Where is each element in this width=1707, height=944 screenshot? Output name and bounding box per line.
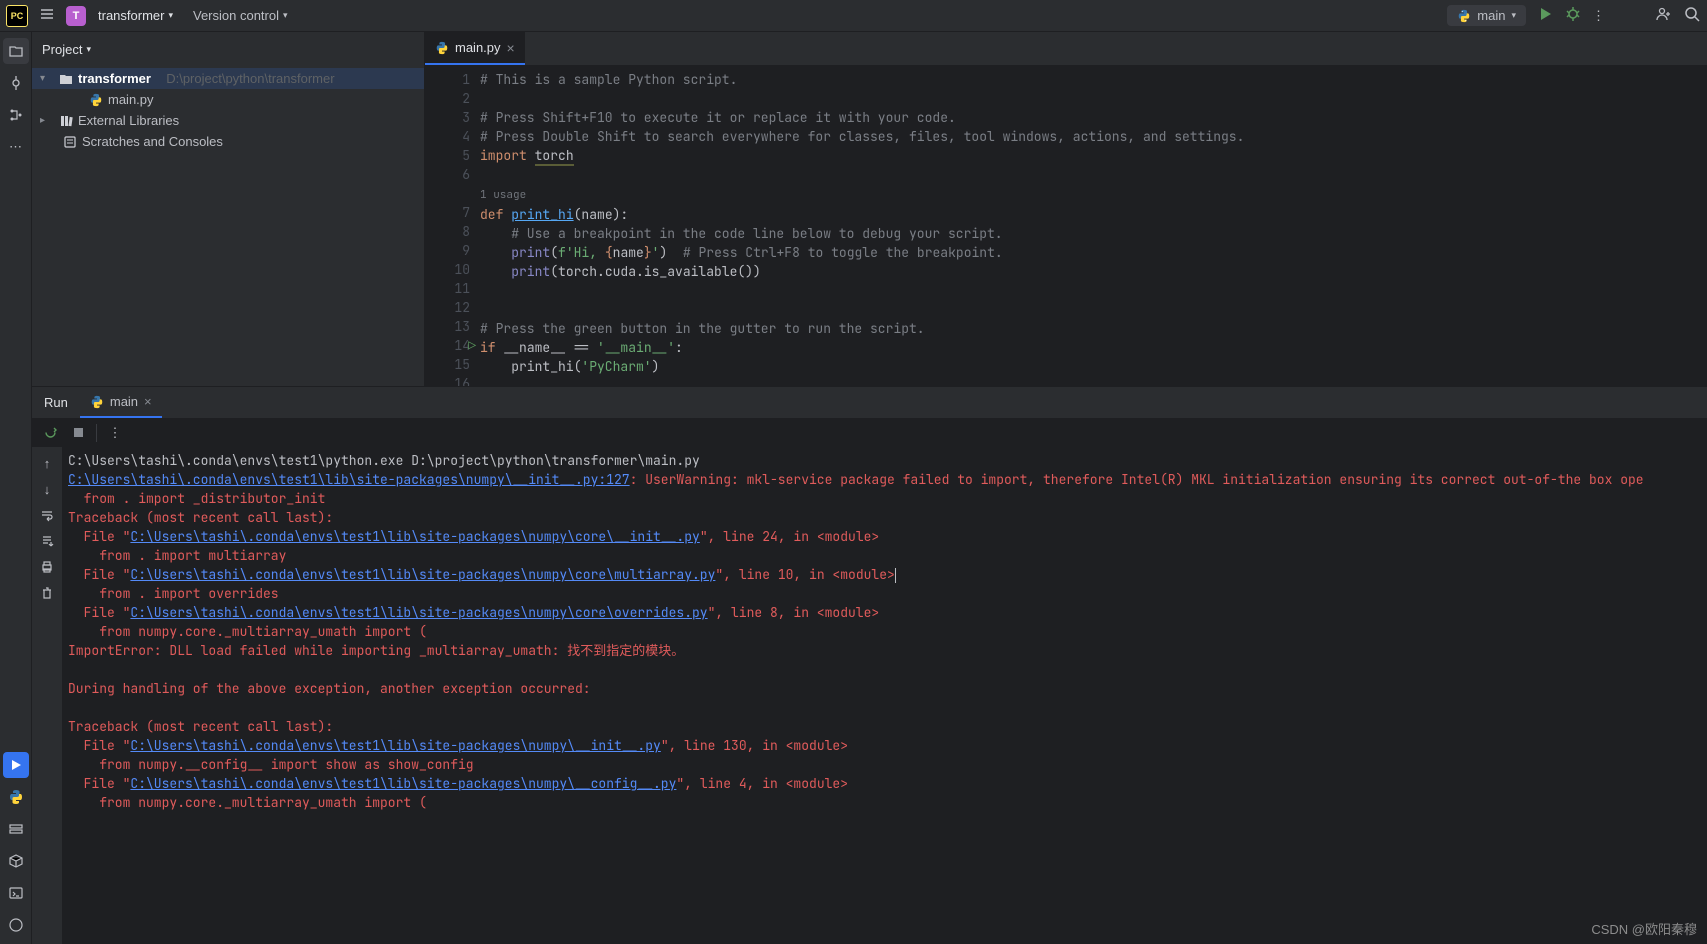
console-link[interactable]: C:\Users\tashi\.conda\envs\test1\lib\sit… [130, 604, 707, 621]
editor-tabs: main.py × [425, 32, 1707, 66]
tree-extlib-label: External Libraries [78, 113, 179, 128]
editor-tab-label: main.py [455, 40, 501, 55]
close-run-tab-icon[interactable]: × [144, 394, 152, 409]
main-menu-button[interactable] [34, 1, 60, 30]
top-toolbar: PC T transformer ▾ Version control ▾ mai… [0, 0, 1707, 32]
left-tool-rail: ⋯ [0, 32, 32, 944]
project-title: Project [42, 42, 82, 57]
console-link[interactable]: C:\Users\tashi\.conda\envs\test1\lib\sit… [68, 471, 630, 488]
run-tool-button[interactable] [3, 752, 29, 778]
editor-tab-main[interactable]: main.py × [425, 32, 525, 65]
usage-hint[interactable]: 1 usage [480, 188, 526, 202]
debug-button[interactable] [1564, 5, 1582, 26]
python-icon [435, 41, 449, 55]
run-gutter-icon[interactable]: ▷ [468, 336, 476, 355]
console-link[interactable]: C:\Users\tashi\.conda\envs\test1\lib\sit… [130, 528, 699, 545]
run-panel: Run main × ⋮ [32, 387, 1707, 944]
chevron-down-icon: ▾ [168, 10, 173, 21]
tree-external-libraries[interactable]: ▸ External Libraries [32, 110, 424, 131]
soft-wrap-button[interactable] [37, 505, 57, 525]
python-packages-button[interactable] [3, 848, 29, 874]
python-console-button[interactable] [3, 784, 29, 810]
print-button[interactable] [37, 557, 57, 577]
down-stack-button[interactable]: ↓ [37, 479, 57, 499]
more-run-actions[interactable]: ⋮ [105, 423, 125, 443]
more-tool-button[interactable]: ⋯ [3, 134, 29, 160]
problems-tool-button[interactable] [3, 912, 29, 938]
commit-tool-button[interactable] [3, 70, 29, 96]
run-toolbar: ⋮ [32, 419, 1707, 447]
project-tree: ▾ transformer D:\project\python\transfor… [32, 66, 424, 386]
expand-icon[interactable]: ▸ [40, 115, 54, 126]
vcs-label: Version control [193, 8, 279, 23]
run-panel-title: Run [32, 387, 80, 418]
library-icon [58, 114, 74, 128]
code-with-me-button[interactable] [1655, 5, 1673, 26]
python-icon [1457, 9, 1471, 23]
code-area[interactable]: 123456 7891011121314▷1516 # This is a sa… [425, 66, 1707, 386]
run-side-toolbar: ↑ ↓ [32, 447, 62, 944]
vcs-dropdown[interactable]: Version control ▾ [185, 4, 296, 27]
run-config-selector[interactable]: main ▾ [1447, 5, 1526, 26]
folder-icon [58, 72, 74, 86]
tree-root-path: D:\project\python\transformer [166, 71, 334, 86]
tree-root-name: transformer [78, 71, 151, 86]
run-tab-main[interactable]: main × [80, 387, 162, 418]
console-link[interactable]: C:\Users\tashi\.conda\envs\test1\lib\sit… [130, 775, 676, 792]
services-tool-button[interactable] [3, 816, 29, 842]
project-panel-header[interactable]: Project ▾ [32, 32, 424, 66]
more-actions-button[interactable]: ⋮ [1592, 8, 1605, 24]
console-link[interactable]: C:\Users\tashi\.conda\envs\test1\lib\sit… [130, 737, 660, 754]
tree-root-folder[interactable]: ▾ transformer D:\project\python\transfor… [32, 68, 424, 89]
tree-scratches-label: Scratches and Consoles [82, 134, 223, 149]
project-tool-button[interactable] [3, 38, 29, 64]
tree-scratches[interactable]: Scratches and Consoles [32, 131, 424, 152]
project-dropdown[interactable]: transformer ▾ [92, 4, 179, 27]
code-editor: main.py × 123456 7891011121314▷1516 # Th… [425, 32, 1707, 386]
console-link[interactable]: C:\Users\tashi\.conda\envs\test1\lib\sit… [130, 566, 715, 583]
project-panel: Project ▾ ▾ transformer D:\project\pytho… [32, 32, 425, 386]
code-content[interactable]: # This is a sample Python script. # Pres… [480, 66, 1244, 386]
run-config-name: main [1477, 8, 1505, 23]
scratches-icon [62, 135, 78, 149]
chevron-down-icon: ▾ [1511, 10, 1516, 21]
rerun-button[interactable] [40, 423, 60, 443]
python-icon [90, 395, 104, 409]
up-stack-button[interactable]: ↑ [37, 453, 57, 473]
scroll-to-end-button[interactable] [37, 531, 57, 551]
tree-file-label: main.py [108, 92, 154, 107]
watermark: CSDN @欧阳秦穆 [1591, 919, 1697, 938]
terminal-tool-button[interactable] [3, 880, 29, 906]
expand-icon[interactable]: ▾ [40, 73, 54, 84]
python-icon [88, 93, 104, 107]
structure-tool-button[interactable] [3, 102, 29, 128]
gutter: 123456 7891011121314▷1516 [425, 66, 480, 386]
app-icon: PC [6, 5, 28, 27]
run-tab-label: main [110, 394, 138, 409]
chevron-down-icon: ▾ [283, 10, 288, 21]
close-tab-icon[interactable]: × [507, 40, 515, 56]
run-button[interactable] [1536, 5, 1554, 26]
clear-button[interactable] [37, 583, 57, 603]
project-badge-icon: T [66, 6, 86, 26]
tree-file-main[interactable]: main.py [32, 89, 424, 110]
chevron-down-icon: ▾ [86, 44, 91, 55]
project-name-label: transformer [98, 8, 164, 23]
stop-button[interactable] [68, 423, 88, 443]
console-output[interactable]: C:\Users\tashi\.conda\envs\test1\python.… [62, 447, 1707, 944]
search-button[interactable] [1683, 5, 1701, 26]
